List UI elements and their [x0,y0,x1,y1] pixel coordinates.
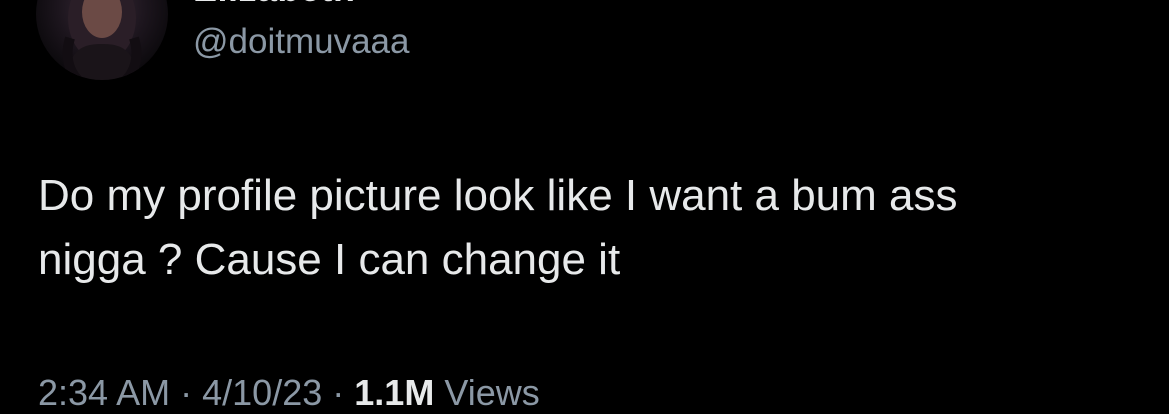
views-label: Views [444,372,540,413]
tweet-date[interactable]: 4/10/23 [202,372,322,413]
user-handle[interactable]: @doitmuvaaa [193,22,409,62]
tweet-text: Do my profile picture look like I want a… [38,164,1138,292]
avatar[interactable] [36,0,168,80]
tweet-time[interactable]: 2:34 AM [38,372,170,413]
tweet: Elizabeth @doitmuvaaa Do my profile pict… [0,0,1169,413]
meta-separator: · [180,372,193,413]
tweet-text-line: nigga ? Cause I can change it [38,235,621,284]
profile-photo-icon [62,0,142,80]
tweet-text-line: Do my profile picture look like I want a… [38,171,958,220]
views-count[interactable]: 1.1M [354,372,434,413]
meta-separator: · [332,372,345,413]
display-name[interactable]: Elizabeth [193,0,356,10]
tweet-meta: 2:34 AM · 4/10/23 · 1.1M Views [38,372,540,414]
